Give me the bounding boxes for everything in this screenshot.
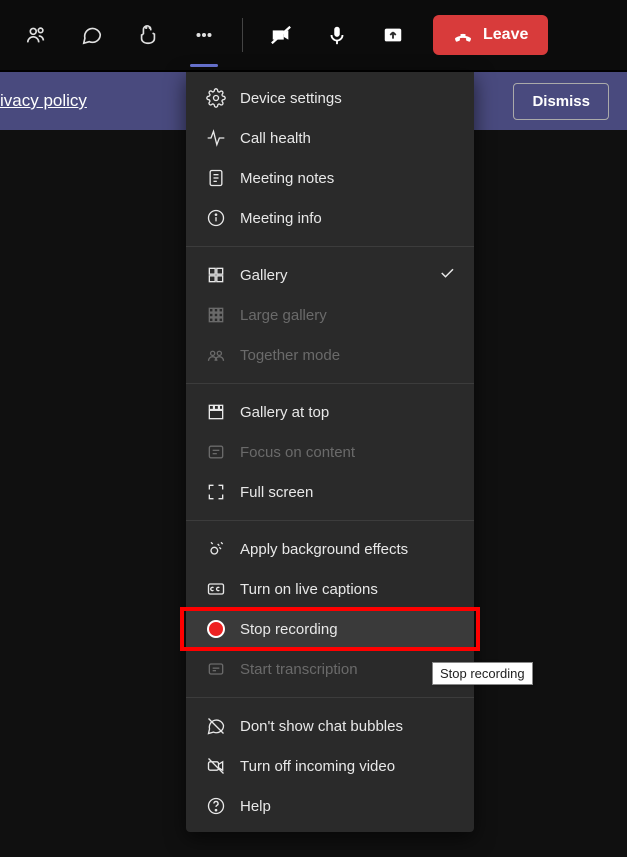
help-icon: [206, 796, 226, 816]
privacy-policy-link[interactable]: ivacy policy: [0, 91, 87, 111]
menu-focus-on-content: Focus on content: [186, 432, 474, 472]
menu-label: Meeting info: [240, 210, 322, 227]
menu-start-transcription: Start transcription: [186, 649, 474, 689]
focus-icon: [206, 442, 226, 462]
notes-icon: [206, 168, 226, 188]
menu-label: Help: [240, 798, 271, 815]
menu-meeting-notes[interactable]: Meeting notes: [186, 158, 474, 198]
gallery-top-icon: [206, 402, 226, 422]
people-button[interactable]: [12, 13, 60, 57]
menu-label: Apply background effects: [240, 541, 408, 558]
leave-label: Leave: [483, 26, 528, 44]
menu-label: Don't show chat bubbles: [240, 718, 403, 735]
grid-icon: [206, 265, 226, 285]
cc-icon: [206, 579, 226, 599]
menu-label: Device settings: [240, 90, 342, 107]
leave-button[interactable]: Leave: [433, 15, 548, 55]
menu-separator: [186, 246, 474, 247]
hangup-icon: [453, 25, 473, 45]
menu-call-health[interactable]: Call health: [186, 118, 474, 158]
menu-label: Turn on live captions: [240, 581, 378, 598]
menu-apply-bg-effects[interactable]: Apply background effects: [186, 529, 474, 569]
transcription-icon: [206, 659, 226, 679]
menu-label: Focus on content: [240, 444, 355, 461]
menu-large-gallery: Large gallery: [186, 295, 474, 335]
tooltip: Stop recording: [432, 662, 533, 685]
menu-full-screen[interactable]: Full screen: [186, 472, 474, 512]
menu-separator: [186, 383, 474, 384]
menu-device-settings[interactable]: Device settings: [186, 78, 474, 118]
check-icon: [438, 264, 456, 286]
large-grid-icon: [206, 305, 226, 325]
menu-label: Start transcription: [240, 661, 358, 678]
more-actions-button[interactable]: [180, 13, 228, 57]
camera-button[interactable]: [257, 13, 305, 57]
more-actions-menu: Device settings Call health Meeting note…: [186, 72, 474, 832]
menu-help[interactable]: Help: [186, 786, 474, 826]
fullscreen-icon: [206, 482, 226, 502]
menu-label: Call health: [240, 130, 311, 147]
menu-label: Gallery: [240, 267, 288, 284]
meeting-toolbar: Leave: [0, 0, 627, 72]
menu-gallery[interactable]: Gallery: [186, 255, 474, 295]
menu-turn-off-incoming-video[interactable]: Turn off incoming video: [186, 746, 474, 786]
bg-effects-icon: [206, 539, 226, 559]
record-icon: [206, 619, 226, 639]
menu-separator: [186, 520, 474, 521]
menu-hide-chat-bubbles[interactable]: Don't show chat bubbles: [186, 706, 474, 746]
active-indicator: [190, 64, 218, 67]
menu-label: Turn off incoming video: [240, 758, 395, 775]
reactions-button[interactable]: [124, 13, 172, 57]
info-icon: [206, 208, 226, 228]
menu-separator: [186, 697, 474, 698]
toolbar-divider: [242, 18, 243, 52]
menu-label: Large gallery: [240, 307, 327, 324]
together-icon: [206, 345, 226, 365]
menu-gallery-at-top[interactable]: Gallery at top: [186, 392, 474, 432]
menu-together-mode: Together mode: [186, 335, 474, 375]
menu-label: Full screen: [240, 484, 313, 501]
menu-meeting-info[interactable]: Meeting info: [186, 198, 474, 238]
menu-label: Stop recording: [240, 621, 338, 638]
menu-label: Gallery at top: [240, 404, 329, 421]
microphone-button[interactable]: [313, 13, 361, 57]
video-off-icon: [206, 756, 226, 776]
menu-live-captions[interactable]: Turn on live captions: [186, 569, 474, 609]
gear-icon: [206, 88, 226, 108]
dismiss-button[interactable]: Dismiss: [513, 83, 609, 120]
menu-label: Meeting notes: [240, 170, 334, 187]
menu-stop-recording[interactable]: Stop recording: [186, 609, 474, 649]
pulse-icon: [206, 128, 226, 148]
chat-off-icon: [206, 716, 226, 736]
menu-label: Together mode: [240, 347, 340, 364]
share-button[interactable]: [369, 13, 417, 57]
chat-button[interactable]: [68, 13, 116, 57]
